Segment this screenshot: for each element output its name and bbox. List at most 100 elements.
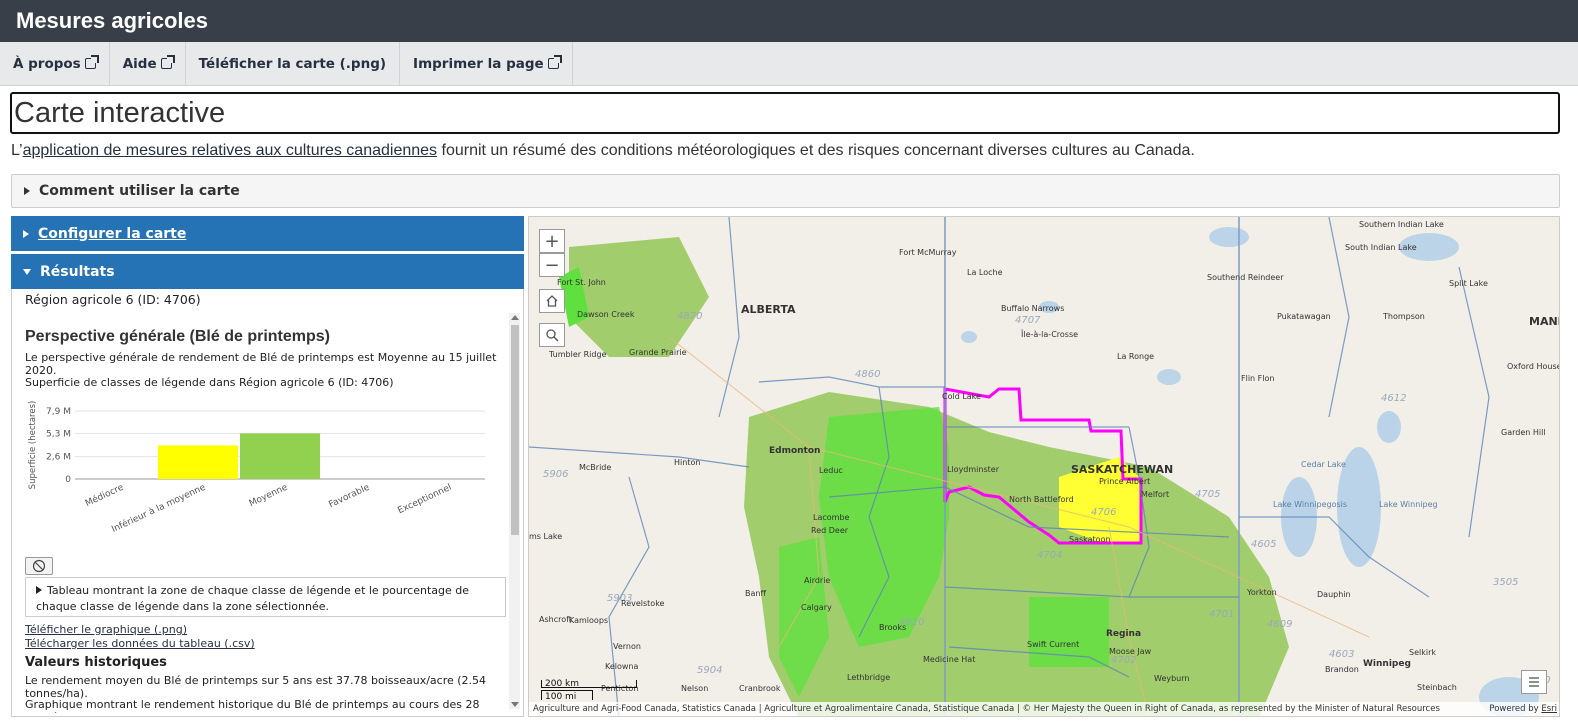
download-table-link[interactable]: Télécharger les données du tableau (.csv… xyxy=(25,637,255,650)
attribution-text: Agriculture and Agri-Food Canada, Statis… xyxy=(533,704,1440,714)
download-map-button[interactable]: Téléficher la carte (.png) xyxy=(186,42,401,85)
intro-text: L’application de mesures relatives aux c… xyxy=(11,142,1195,160)
map-label-cold-lake: Cold Lake xyxy=(942,392,981,401)
configure-map-panel-header[interactable]: Configurer la carte xyxy=(11,216,524,251)
external-link-icon xyxy=(547,55,562,69)
map-label-ashcroft: Ashcroft xyxy=(539,615,572,624)
list-icon xyxy=(1529,677,1539,687)
triangle-right-icon xyxy=(24,187,30,195)
external-link-icon xyxy=(160,55,175,69)
triangle-down-icon xyxy=(23,268,31,275)
howto-label: Comment utiliser la carte xyxy=(39,183,240,199)
map-label-nelson: Nelson xyxy=(681,684,708,693)
powered-by: Powered by Esri xyxy=(1489,702,1557,716)
y-axis-label: Superficie (hectares) xyxy=(28,401,38,490)
help-label: Aide xyxy=(122,55,157,72)
map-label-north-battleford: North Battleford xyxy=(1009,495,1074,504)
map-label-kelowna: Kelowna xyxy=(605,662,639,671)
triangle-right-icon xyxy=(36,586,42,594)
historical-text: Le rendement moyen du Blé de printemps s… xyxy=(25,674,487,700)
map-label-ile-a-la-crosse: Île-à-la-Crosse xyxy=(1020,328,1078,339)
zoom-out-button[interactable]: − xyxy=(539,253,565,277)
region-label: Région agricole 6 (ID: 4706) xyxy=(25,292,201,307)
map-label-cranbrook: Cranbrook xyxy=(739,684,781,693)
map-label-vernon: Vernon xyxy=(613,642,641,651)
table-summary-expander[interactable]: Tableau montrant la zone de chaque class… xyxy=(25,577,506,617)
map-label-regina: Regina xyxy=(1106,629,1141,639)
scrollbar-thumb[interactable] xyxy=(511,325,519,535)
map-label-moose-jaw: Moose Jaw xyxy=(1109,647,1152,656)
map-label-red-deer: Red Deer xyxy=(811,526,849,535)
intro-suffix: fournit un résumé des conditions météoro… xyxy=(437,142,1195,159)
map-label-melfort: Melfort xyxy=(1141,490,1169,499)
zoom-in-button[interactable]: + xyxy=(539,229,565,253)
print-label: Imprimer la page xyxy=(413,55,544,72)
map-label-fort-st-john: Fort St. John xyxy=(557,278,606,287)
interactive-map[interactable]: 4870 4860 4707 4612 4705 4704 4702 4701 4706 4810… xyxy=(528,216,1560,717)
intro-prefix: L’ xyxy=(11,142,23,159)
home-button[interactable] xyxy=(539,289,565,313)
results-label: Résultats xyxy=(40,263,115,280)
map-label-lacombe: Lacombe xyxy=(813,513,850,522)
legend-button[interactable] xyxy=(1521,670,1547,694)
x-tick-label: Inférieur à la moyenne xyxy=(110,482,208,535)
esri-link[interactable]: Esri xyxy=(1541,704,1557,714)
zone-id-label: 4701 xyxy=(1209,609,1234,620)
zone-id-label: 4704 xyxy=(1037,550,1062,561)
results-scroll-area[interactable]: Perspective générale (Blé de printemps) … xyxy=(12,311,519,713)
scroll-down-arrow-icon[interactable] xyxy=(511,702,519,707)
map-label-lloydminster: Lloydminster xyxy=(947,465,1000,474)
zone-id-label: 4707 xyxy=(1015,315,1041,326)
zone-id-label: 4603 xyxy=(1329,649,1354,660)
no-symbol-icon xyxy=(32,559,46,573)
configure-map-label: Configurer la carte xyxy=(38,225,187,242)
map-label-southend: Southend Reindeer xyxy=(1207,273,1284,282)
x-tick-label: Moyenne xyxy=(248,482,290,509)
map-label-revelstoke: Revelstoke xyxy=(621,599,665,608)
map-label-garden-hill: Garden Hill xyxy=(1501,428,1546,437)
crop-app-link[interactable]: application de mesures relatives aux cul… xyxy=(23,142,437,159)
results-scrollbar[interactable] xyxy=(509,313,520,709)
map-label-dauphin: Dauphin xyxy=(1317,590,1351,599)
zone-id-label: 4860 xyxy=(855,369,880,380)
y-tick-label: 2,6 M xyxy=(46,453,71,463)
map-label-weyburn: Weyburn xyxy=(1154,674,1189,683)
map-label-thompson: Thompson xyxy=(1382,312,1425,321)
map-canvas[interactable]: 4870486047074612470547044702470147064810… xyxy=(529,217,1560,717)
table-summary-text: Tableau montrant la zone de chaque class… xyxy=(36,584,469,613)
about-link[interactable]: À propos xyxy=(0,42,110,85)
map-label-lethbridge: Lethbridge xyxy=(847,673,890,682)
results-panel-header[interactable]: Résultats xyxy=(11,254,524,289)
map-label-alberta: ALBERTA xyxy=(741,303,796,316)
map-label-south-indian-lake: South Indian Lake xyxy=(1345,243,1417,252)
map-label-la-loche: La Loche xyxy=(967,268,1003,277)
map-label-tumbler-ridge: Tumbler Ridge xyxy=(548,350,607,359)
area-caption: Superficie de classes de légende dans Ré… xyxy=(25,376,394,389)
map-label-mcbride: McBride xyxy=(579,463,611,472)
map-label-grande-prairie: Grande Prairie xyxy=(629,348,687,357)
zoom-to-selection-button[interactable] xyxy=(539,323,565,347)
zone-id-label: 4702 xyxy=(1111,655,1136,666)
historical-heading: Valeurs historiques xyxy=(25,655,167,670)
x-tick-label: Exceptionnel xyxy=(396,483,453,517)
map-attribution: Agriculture and Agri-Food Canada, Statis… xyxy=(529,702,1559,716)
howto-expander[interactable]: Comment utiliser la carte xyxy=(11,174,1560,208)
scale-mi: 100 mi xyxy=(541,690,593,702)
download-chart-link[interactable]: Téléficher le graphique (.png) xyxy=(25,623,187,636)
map-label-calgary: Calgary xyxy=(801,603,832,612)
map-label-airdrie: Airdrie xyxy=(804,576,830,585)
map-label-split-lake: Split Lake xyxy=(1449,279,1488,288)
map-label-cedar-lake: Cedar Lake xyxy=(1301,460,1346,469)
historical-text-2: Graphique montrant le rendement historiq… xyxy=(25,698,480,713)
map-label-fort-mcmurray: Fort McMurray xyxy=(899,248,957,257)
map-label-williams-lake: ms Lake xyxy=(529,532,562,541)
scroll-up-arrow-icon[interactable] xyxy=(511,315,519,320)
map-label-winnipeg: Winnipeg xyxy=(1363,659,1411,669)
zone-id-label: 4609 xyxy=(1267,619,1292,630)
print-page-link[interactable]: Imprimer la page xyxy=(400,42,573,85)
map-label-steinbach: Steinbach xyxy=(1417,683,1457,692)
map-label-dawson-creek: Dawson Creek xyxy=(577,310,635,319)
zone-id-label: 4605 xyxy=(1251,539,1276,550)
help-link[interactable]: Aide xyxy=(110,42,186,85)
chart-menu-button[interactable] xyxy=(25,557,53,575)
